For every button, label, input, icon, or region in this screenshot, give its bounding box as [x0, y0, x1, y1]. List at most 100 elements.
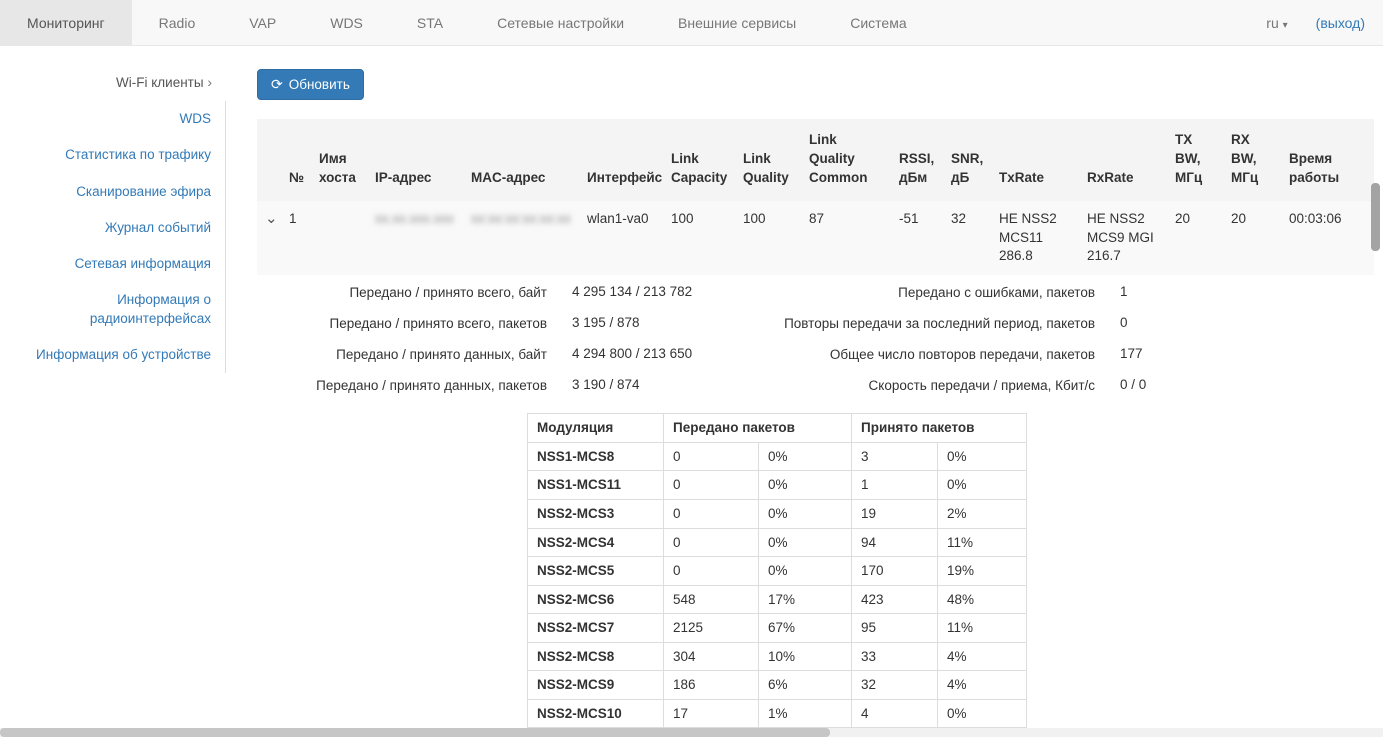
details-left-column: Передано / принято всего, байт 4 295 134… [257, 281, 762, 405]
detail-label: Повторы передачи за последний период, па… [770, 312, 1095, 333]
horizontal-scrollbar[interactable] [0, 728, 1383, 737]
mod-rx-pct: 2% [938, 499, 1027, 528]
redacted-ip: xx.xx.xxx.xxx [375, 211, 454, 226]
detail-value: 3 190 / 874 [547, 374, 762, 392]
sidebar-item-device-info[interactable]: Информация об устройстве [0, 337, 225, 373]
mod-tx-pct: 1% [759, 699, 852, 728]
language-selector[interactable]: ru ▾ [1266, 15, 1287, 31]
sidebar-item-traffic-stats[interactable]: Статистика по трафику [0, 137, 225, 173]
col-header-mac: MAC-адрес [463, 119, 579, 201]
sidebar-item-wds[interactable]: WDS [0, 101, 225, 137]
detail-row: Передано с ошибками, пакетов 1 [770, 281, 1225, 312]
refresh-icon: ⟳ [271, 76, 283, 93]
modulation-row: NSS2-MCS7 2125 67% 95 11% [528, 614, 1027, 643]
mod-rx-pct: 0% [938, 699, 1027, 728]
mod-rx-pct: 19% [938, 557, 1027, 586]
expand-column-header [257, 119, 281, 201]
client-rx-bw: 20 [1223, 201, 1281, 276]
mod-tx-count: 0 [664, 471, 759, 500]
detail-value: 1 [1095, 281, 1225, 299]
details-right-column: Передано с ошибками, пакетов 1 Повторы п… [770, 281, 1225, 405]
col-header-rssi: RSSI, дБм [891, 119, 943, 201]
mod-rx-count: 94 [852, 528, 938, 557]
detail-label: Передано / принято данных, пакетов [257, 374, 547, 395]
clients-table-header-row: № Имя хоста IP-адрес MAC-адрес Интерфейс… [257, 119, 1374, 201]
client-rxrate: HE NSS2 MCS9 MGI 216.7 [1079, 201, 1167, 276]
client-snr: 32 [943, 201, 991, 276]
vertical-scrollbar-thumb[interactable] [1371, 183, 1380, 251]
mod-tx-count: 0 [664, 557, 759, 586]
tx-packets-header: Передано пакетов [664, 414, 852, 443]
mod-col-header: Модуляция [528, 414, 664, 443]
sidebar-item-radio-interfaces-info[interactable]: Информация о радиоинтерфейсах [0, 282, 225, 336]
client-link-quality-common: 87 [801, 201, 891, 276]
logout-link[interactable]: (выход) [1316, 15, 1365, 31]
refresh-button[interactable]: ⟳ Обновить [257, 69, 364, 100]
client-ip: xx.xx.xxx.xxx [367, 201, 463, 276]
mod-tx-count: 0 [664, 499, 759, 528]
mod-tx-pct: 0% [759, 528, 852, 557]
sidebar-item-air-scan[interactable]: Сканирование эфира [0, 174, 225, 210]
sidebar: Wi-Fi клиенты › WDS Статистика по трафик… [0, 46, 226, 373]
detail-row: Повторы передачи за последний период, па… [770, 312, 1225, 343]
mod-tx-pct: 67% [759, 614, 852, 643]
nav-tab-wds[interactable]: WDS [303, 0, 390, 45]
sidebar-item-label: Wi-Fi клиенты [116, 75, 204, 90]
detail-row: Передано / принято всего, пакетов 3 195 … [257, 312, 762, 343]
nav-tab-network-settings[interactable]: Сетевые настройки [470, 0, 651, 45]
nav-tab-external-services[interactable]: Внешние сервисы [651, 0, 823, 45]
col-header-uptime: Время работы [1281, 119, 1374, 201]
sidebar-item-event-log[interactable]: Журнал событий [0, 210, 225, 246]
mod-name: NSS2-MCS3 [528, 499, 664, 528]
collapse-row-icon[interactable]: ⌄ [265, 210, 278, 227]
col-header-ip: IP-адрес [367, 119, 463, 201]
mod-name: NSS2-MCS7 [528, 614, 664, 643]
col-header-txrate: TxRate [991, 119, 1079, 201]
detail-value: 177 [1095, 343, 1225, 361]
mod-rx-count: 33 [852, 642, 938, 671]
chevron-right-icon: › [207, 74, 212, 90]
nav-tab-radio[interactable]: Radio [132, 0, 223, 45]
mod-rx-pct: 4% [938, 642, 1027, 671]
modulation-row: NSS2-MCS10 17 1% 4 0% [528, 699, 1027, 728]
modulation-row: NSS2-MCS4 0 0% 94 11% [528, 528, 1027, 557]
caret-down-icon: ▾ [1283, 20, 1288, 31]
mod-rx-pct: 48% [938, 585, 1027, 614]
mod-name: NSS2-MCS9 [528, 671, 664, 700]
rx-packets-header: Принято пакетов [852, 414, 1027, 443]
modulation-header-row: Модуляция Передано пакетов Принято пакет… [528, 414, 1027, 443]
mod-tx-pct: 0% [759, 442, 852, 471]
col-header-rx-bw: RX BW, МГц [1223, 119, 1281, 201]
mod-tx-count: 2125 [664, 614, 759, 643]
detail-value: 4 295 134 / 213 782 [547, 281, 762, 299]
nav-tab-system[interactable]: Система [823, 0, 933, 45]
mod-tx-count: 0 [664, 528, 759, 557]
nav-tab-sta[interactable]: STA [390, 0, 470, 45]
mod-name: NSS1-MCS8 [528, 442, 664, 471]
mod-name: NSS2-MCS10 [528, 699, 664, 728]
mod-rx-pct: 4% [938, 671, 1027, 700]
client-uptime: 00:03:06 [1281, 201, 1374, 276]
nav-tab-monitoring[interactable]: Мониторинг [0, 0, 132, 45]
detail-value: 0 [1095, 312, 1225, 330]
mod-name: NSS2-MCS5 [528, 557, 664, 586]
mod-rx-pct: 11% [938, 528, 1027, 557]
main-content: ⟳ Обновить № Имя хоста IP-адрес MAC-адре… [257, 46, 1375, 737]
mod-rx-pct: 0% [938, 471, 1027, 500]
col-header-num: № [281, 119, 311, 201]
clients-table: № Имя хоста IP-адрес MAC-адрес Интерфейс… [257, 119, 1374, 275]
refresh-button-label: Обновить [289, 77, 350, 92]
mod-name: NSS2-MCS6 [528, 585, 664, 614]
sidebar-item-network-info[interactable]: Сетевая информация [0, 246, 225, 282]
horizontal-scrollbar-thumb[interactable] [0, 728, 830, 737]
detail-row: Общее число повторов передачи, пакетов 1… [770, 343, 1225, 374]
detail-row: Скорость передачи / приема, Кбит/с 0 / 0 [770, 374, 1225, 405]
nav-tab-vap[interactable]: VAP [222, 0, 303, 45]
col-header-hostname: Имя хоста [311, 119, 367, 201]
sidebar-item-wifi-clients[interactable]: Wi-Fi клиенты › [0, 64, 226, 101]
client-link-quality: 100 [735, 201, 801, 276]
mod-tx-pct: 0% [759, 557, 852, 586]
detail-label: Передано / принято всего, пакетов [257, 312, 547, 333]
client-txrate: HE NSS2 MCS11 286.8 [991, 201, 1079, 276]
detail-label: Передано / принято данных, байт [257, 343, 547, 364]
